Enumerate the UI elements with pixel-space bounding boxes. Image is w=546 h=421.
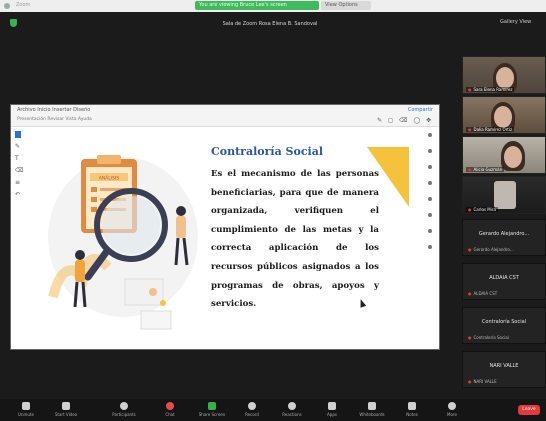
presentation-slide: ANÁLISIS Contraloría Social Es el mecani… [33,127,428,349]
unmute-button[interactable]: Unmute [6,402,46,417]
reaction-icon [288,402,296,410]
zoom-window: Sala de Zoom Rosa Elena B. Sandoval Gall… [0,12,546,421]
nav-dot-icon[interactable] [428,213,432,217]
participant-name: ● Sara Elena Ramírez [466,87,515,92]
os-top-strip: Zoom You are viewing Bruce Lee's screen … [0,0,546,12]
meeting-title: Sala de Zoom Rosa Elena B. Sandoval [222,21,318,27]
participant-video-tile[interactable]: ● Alicia Guzmán [462,136,546,174]
gallery-view-button[interactable]: Gallery View [500,19,531,25]
participant-name: ● Contraloría Social [468,335,509,340]
record-icon [248,402,256,410]
participants-button[interactable]: Participants [104,402,144,417]
clipboard-label: ANÁLISIS [99,175,120,182]
security-shield-icon[interactable] [10,19,17,27]
microphone-icon [22,402,30,410]
apps-icon [328,402,336,410]
slide-body: Es el mecanismo de las personas benefici… [211,169,379,310]
record-button[interactable]: Record [232,402,272,417]
eraser-tool-icon[interactable]: ⌫ [15,167,23,174]
whiteboards-button[interactable]: Whiteboards [352,402,392,417]
participant-video-tile[interactable]: ● Sara Elena Ramírez [462,56,546,94]
more-icon [448,402,456,410]
camera-icon [62,402,70,410]
more-button[interactable]: More [432,402,472,417]
participant-name-tile[interactable]: Gerardo Alejandro... ● Gerardo Alejandro.… [462,219,546,256]
nav-dot-icon[interactable] [428,165,432,169]
participant-name: ● Gerardo Alejandro... [468,247,514,252]
people-icon [120,402,128,410]
ppt-submenu[interactable]: Presentación Revisar Vista Ayuda [17,117,92,122]
participant-name: ● ALDAIA CST [468,291,498,296]
participant-name-tile[interactable]: Contraloría Social ● Contraloría Social [462,307,546,344]
nav-dot-icon[interactable] [428,245,432,249]
participant-video-tile[interactable]: ● Dalia Ramírez Ortiz [462,96,546,134]
powerpoint-toolbar: Archivo Inicio Insertar Diseño Presentac… [11,105,439,127]
pen-tool-icon[interactable]: ✎ [15,143,21,150]
shared-screen: Archivo Inicio Insertar Diseño Presentac… [10,104,440,350]
participant-name: ● Dalia Ramírez Ortiz [466,127,515,132]
participant-display-name: Contraloría Social [481,319,527,325]
notes-icon [408,402,416,410]
annotation-tools: ✎ T ⌫ ≡ ↶ [15,131,25,203]
participant-name: ● Alicia Guzmán [466,167,505,172]
participant-video-tile[interactable]: ● Carlos Mira [462,176,546,214]
nav-dot-icon[interactable] [428,181,432,185]
participant-name: ● NARI VALLE [468,379,497,384]
text-tool-icon[interactable]: T [15,155,21,162]
view-options-button[interactable]: View Options [321,1,371,10]
participant-display-name: NARI VALLE [489,363,519,369]
slide-title: Contraloría Social [211,145,324,158]
nav-dot-icon[interactable] [428,133,432,137]
leave-button[interactable]: Leave [518,405,540,415]
ppt-menu[interactable]: Archivo Inicio Insertar Diseño [17,107,90,113]
share-screen-icon [208,402,216,410]
analysis-illustration: ANÁLISIS [48,155,198,330]
format-tool-icon[interactable]: ≡ [15,179,21,186]
participant-name-tile[interactable]: NARI VALLE ● NARI VALLE [462,351,546,388]
nav-dot-icon[interactable] [428,197,432,201]
window-caption: Zoom [16,2,31,8]
ppt-drawing-tools[interactable]: ✎ ◻ ⌫ ◯ ✥ [377,117,433,124]
participant-name-tile[interactable]: ALDAIA CST ● ALDAIA CST [462,263,546,300]
share-screen-button[interactable]: Share Screen [192,402,232,417]
participant-display-name: Gerardo Alejandro... [478,231,530,237]
window-control-icon[interactable] [4,3,10,9]
reactions-button[interactable]: Reactions [272,402,312,417]
ppt-share-button[interactable]: Compartir [408,107,433,113]
start-video-button[interactable]: Start Video [46,402,86,417]
chat-icon [166,402,174,410]
slide-nav-dots [428,133,434,261]
screen-share-banner: You are viewing Bruce Lee's screen [195,1,319,10]
whiteboard-icon [368,402,376,410]
nav-dot-icon[interactable] [428,149,432,153]
chat-button[interactable]: Chat [150,402,190,417]
apps-button[interactable]: Apps [312,402,352,417]
participant-display-name: ALDAIA CST [489,275,519,281]
nav-dot-icon[interactable] [428,229,432,233]
undo-tool-icon[interactable]: ↶ [15,191,21,198]
pointer-tool-icon[interactable] [15,131,21,138]
notes-button[interactable]: Notes [392,402,432,417]
meeting-toolbar: Unmute Start Video Participants Chat Sha… [0,399,546,421]
participant-name: ● Carlos Mira [466,207,498,212]
